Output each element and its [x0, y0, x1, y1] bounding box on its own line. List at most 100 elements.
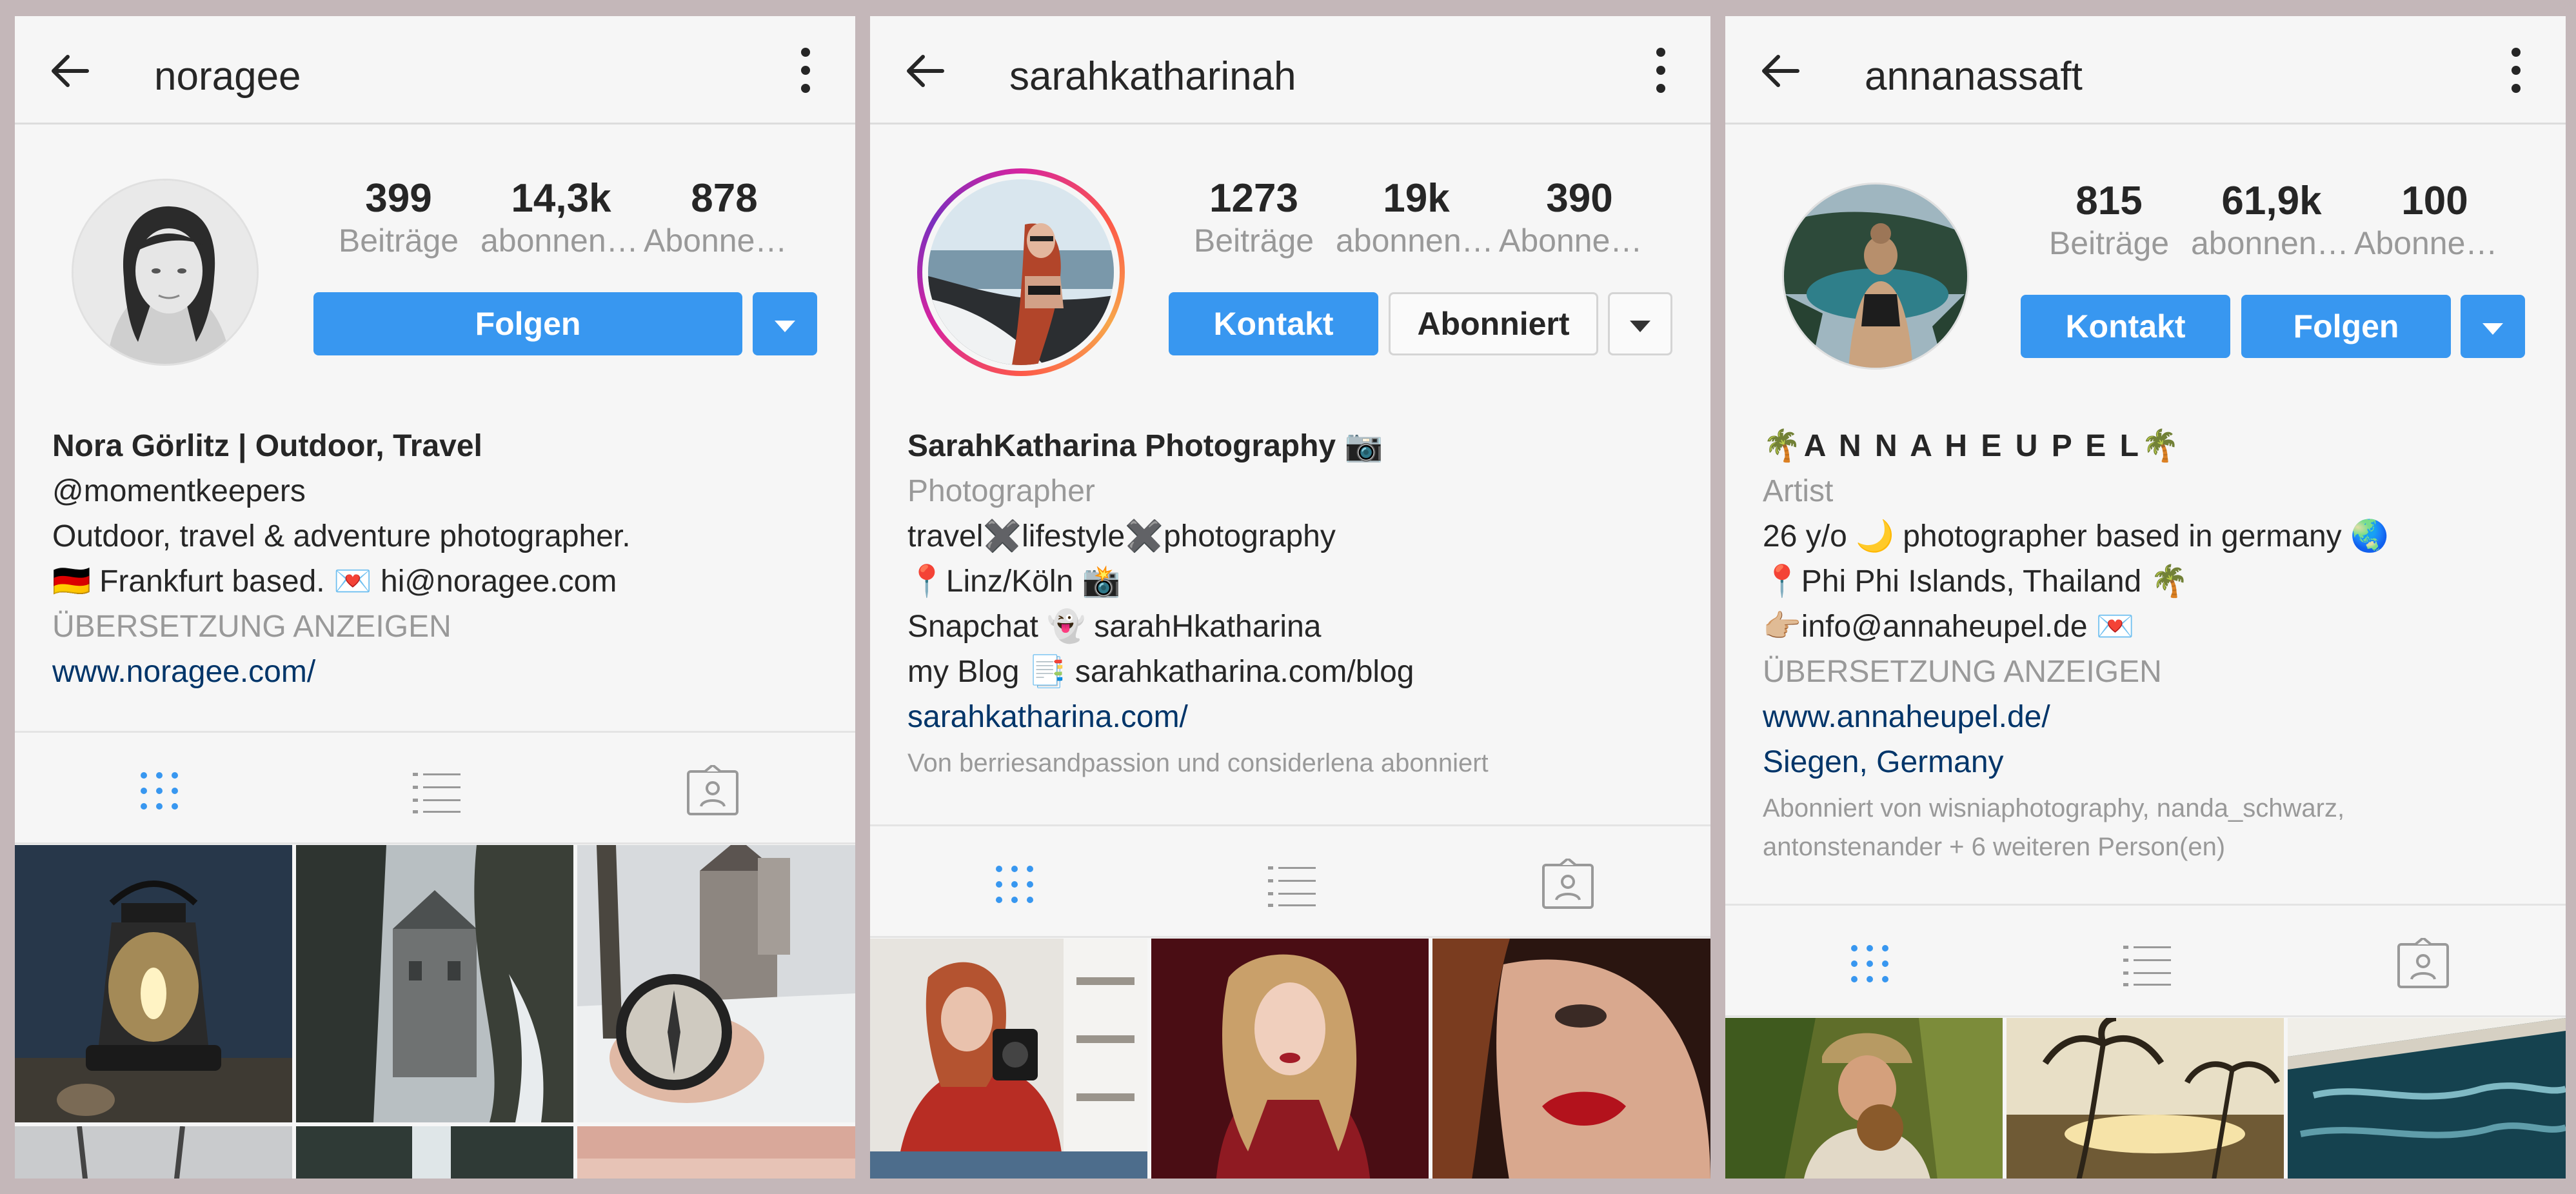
tagged-photos-icon[interactable]: [686, 765, 740, 817]
bio-name: Nora Görlitz | Outdoor, Travel: [52, 429, 482, 463]
grid-view-icon[interactable]: [132, 765, 186, 817]
photo-tile-lips-closeup[interactable]: [1432, 939, 1710, 1179]
chevron-down-icon: [775, 320, 795, 332]
top-bar: noragee: [15, 16, 855, 124]
stat-posts[interactable]: 399 Beiträge: [318, 176, 479, 260]
photo-tile-partial[interactable]: [15, 1126, 292, 1179]
stat-label: Abonnem...: [2354, 225, 2515, 261]
bio-line: travel✖️lifestyle✖️photography: [907, 519, 1336, 553]
top-bar: annanassaft: [1725, 16, 2566, 124]
bio-line: 📍Phi Phi Islands, Thailand 🌴: [1763, 564, 2189, 599]
chevron-down-icon: [1630, 320, 1650, 332]
followed-by-text[interactable]: Von berriesandpassion und considerlena a…: [907, 744, 1489, 782]
chevron-down-icon: [2482, 323, 2503, 335]
tagged-photos-icon[interactable]: [1541, 859, 1595, 910]
stat-following[interactable]: 878 Abonnem...: [644, 176, 805, 260]
bio-line: 👉🏼info@annaheupel.de 💌: [1763, 610, 2135, 644]
stat-posts[interactable]: 1273 Beiträge: [1173, 176, 1334, 260]
back-arrow-icon[interactable]: [902, 48, 947, 94]
follow-button[interactable]: Folgen: [313, 292, 742, 355]
avatar[interactable]: [72, 179, 259, 366]
more-options-icon[interactable]: [1651, 45, 1670, 96]
more-options-icon[interactable]: [796, 45, 815, 96]
profile-panel-sarahkatharinah: sarahkatharinah 1273 Beiträge 19k abonne…: [870, 16, 1710, 1179]
suggestions-dropdown-button[interactable]: [1608, 292, 1672, 355]
translate-link[interactable]: ÜBERSETZUNG ANZEIGEN: [1763, 650, 2389, 695]
list-view-icon[interactable]: [2119, 938, 2174, 990]
translate-link[interactable]: ÜBERSETZUNG ANZEIGEN: [52, 604, 631, 650]
bio-line: 📍Linz/Köln 📸: [907, 564, 1121, 599]
stat-label: Beiträge: [338, 223, 459, 259]
profile-tab-bar: [15, 731, 855, 844]
photo-tile-coconut[interactable]: [1725, 1018, 2003, 1179]
bio-line: 🇩🇪 Frankfurt based. 💌 hi@noragee.com: [52, 564, 617, 599]
stat-value: 815: [2076, 179, 2143, 223]
photo-tile-camera-selfie[interactable]: [870, 939, 1147, 1179]
location-link[interactable]: Siegen, Germany: [1763, 740, 2389, 785]
website-link[interactable]: www.annaheupel.de/: [1763, 695, 2389, 740]
stat-followers[interactable]: 14,3k abonnent...: [481, 176, 642, 260]
bio-line: Outdoor, travel & adventure photographer…: [52, 519, 631, 553]
stat-followers[interactable]: 19k abonnent...: [1336, 176, 1497, 260]
suggestions-dropdown-button[interactable]: [753, 292, 817, 355]
stat-following[interactable]: 100 Abonnem...: [2354, 179, 2515, 263]
list-view-icon[interactable]: [409, 765, 463, 817]
avatar[interactable]: [1782, 183, 1969, 370]
following-button[interactable]: Abonniert: [1389, 292, 1598, 355]
avatar[interactable]: [928, 179, 1114, 365]
followed-by-text[interactable]: Abonniert von wisniaphotography, nanda_s…: [1763, 789, 2389, 828]
bio-line: my Blog 📑 sarahkatharina.com/blog: [907, 655, 1414, 689]
photo-tile-compass[interactable]: [577, 845, 855, 1122]
back-arrow-icon[interactable]: [47, 48, 92, 94]
grid-view-icon[interactable]: [987, 859, 1042, 910]
contact-button[interactable]: Kontakt: [1169, 292, 1378, 355]
profile-bio: 🌴A N N A H E U P E L🌴 Artist 26 y/o 🌙 ph…: [1763, 424, 2389, 866]
profile-panel-annanassaft: annanassaft 815 Beiträge 61,9k abonnent.…: [1725, 16, 2566, 1179]
contact-button[interactable]: Kontakt: [2021, 295, 2230, 358]
profile-username: annanassaft: [1865, 54, 2083, 99]
follow-button[interactable]: Folgen: [2241, 295, 2451, 358]
suggestions-dropdown-button[interactable]: [2461, 295, 2525, 358]
avatar-story-ring[interactable]: [917, 168, 1125, 376]
profile-bio: Nora Görlitz | Outdoor, Travel @momentke…: [52, 424, 631, 695]
list-view-icon[interactable]: [1264, 859, 1318, 910]
photo-tile-palm-beach[interactable]: [2006, 1018, 2284, 1179]
bio-category: Artist: [1763, 474, 1834, 508]
stat-value: 14,3k: [511, 176, 611, 221]
photo-tile-pool[interactable]: [2288, 1018, 2566, 1179]
stat-label: Abonnem...: [644, 223, 805, 259]
profile-tab-bar: [870, 824, 1710, 938]
profile-panel-noragee: noragee 399 Beiträge 14,3k abonnent... 8…: [15, 16, 855, 1179]
more-options-icon[interactable]: [2506, 45, 2526, 96]
stat-label: abonnent...: [2191, 225, 2352, 261]
followed-by-text[interactable]: antonstenander + 6 weiteren Person(en): [1763, 828, 2389, 866]
top-bar: sarahkatharinah: [870, 16, 1710, 124]
stat-value: 390: [1546, 176, 1613, 221]
profile-username: sarahkatharinah: [1009, 54, 1296, 99]
stat-posts[interactable]: 815 Beiträge: [2028, 179, 2190, 263]
stat-following[interactable]: 390 Abonnem...: [1499, 176, 1660, 260]
stat-value: 399: [365, 176, 432, 221]
website-link[interactable]: www.noragee.com/: [52, 650, 631, 695]
stat-value: 100: [2401, 179, 2468, 223]
bio-name: SarahKatharina Photography 📷: [907, 429, 1383, 463]
stat-followers[interactable]: 61,9k abonnent...: [2191, 179, 2352, 263]
stat-label: Abonnem...: [1499, 223, 1660, 259]
tagged-photos-icon[interactable]: [2396, 938, 2450, 990]
bio-line: Snapchat 👻 sarahHkatharina: [907, 610, 1322, 644]
website-link[interactable]: sarahkatharina.com/: [907, 695, 1489, 740]
stat-label: Beiträge: [1193, 223, 1314, 259]
bio-line: 26 y/o 🌙 photographer based in germany 🌏: [1763, 519, 2389, 553]
photo-tile-partial[interactable]: [296, 1126, 573, 1179]
profile-username: noragee: [154, 54, 301, 99]
stat-value: 878: [691, 176, 758, 221]
grid-view-icon[interactable]: [1843, 938, 1897, 990]
stat-label: Beiträge: [2048, 225, 2170, 261]
back-arrow-icon[interactable]: [1758, 48, 1803, 94]
photo-tile-portrait-blonde[interactable]: [1151, 939, 1429, 1179]
photo-tile-castle-forest[interactable]: [296, 845, 573, 1122]
photo-tile-partial[interactable]: [577, 1126, 855, 1179]
bio-line: @momentkeepers: [52, 474, 306, 508]
stat-label: abonnent...: [481, 223, 642, 259]
photo-tile-lantern[interactable]: [15, 845, 292, 1122]
